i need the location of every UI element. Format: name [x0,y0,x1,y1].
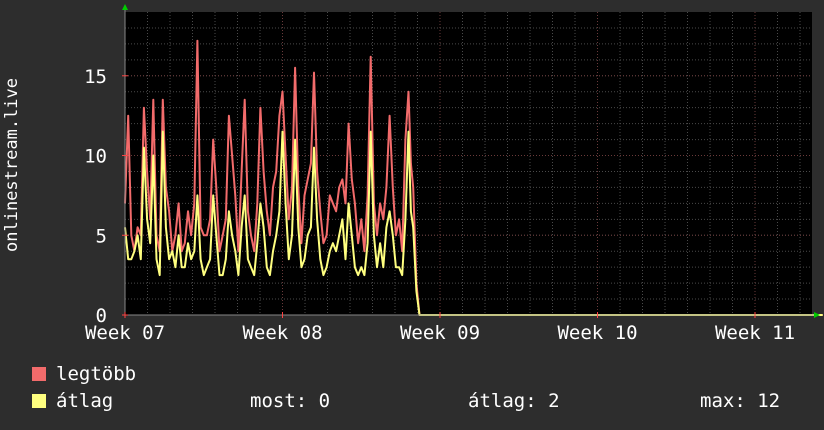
y-tick-label: 10 [84,146,107,168]
x-tick-label: Week 07 [85,322,165,344]
x-tick-label: Week 10 [557,322,637,344]
x-axis-arrow [814,312,820,318]
y-tick-label: 5 [96,225,107,247]
chart-root: 0 5 10 15 Week 07 Week 08 Week 09 Week 10 Week 1… [0,0,824,430]
x-tick-label: Week 08 [242,322,322,344]
x-tick-label: Week 11 [715,322,795,344]
legend-label-avg: átlag [56,390,114,412]
stat-average: átlag: 2 [468,390,560,412]
legend-swatch-avg [32,394,46,408]
y-axis-label: onlinestream.live [2,78,22,252]
stat-now: most: 0 [250,390,331,412]
x-tick-label: Week 09 [400,322,480,344]
legend-swatch-max [32,367,46,381]
y-tick-label: 15 [84,66,107,88]
legend-item-avg: átlag [32,391,113,411]
legend-label-max: legtöbb [56,363,137,385]
y-axis-arrow [122,4,128,10]
stat-max: max: 12 [700,390,781,412]
legend-item-max: legtöbb [32,364,136,384]
